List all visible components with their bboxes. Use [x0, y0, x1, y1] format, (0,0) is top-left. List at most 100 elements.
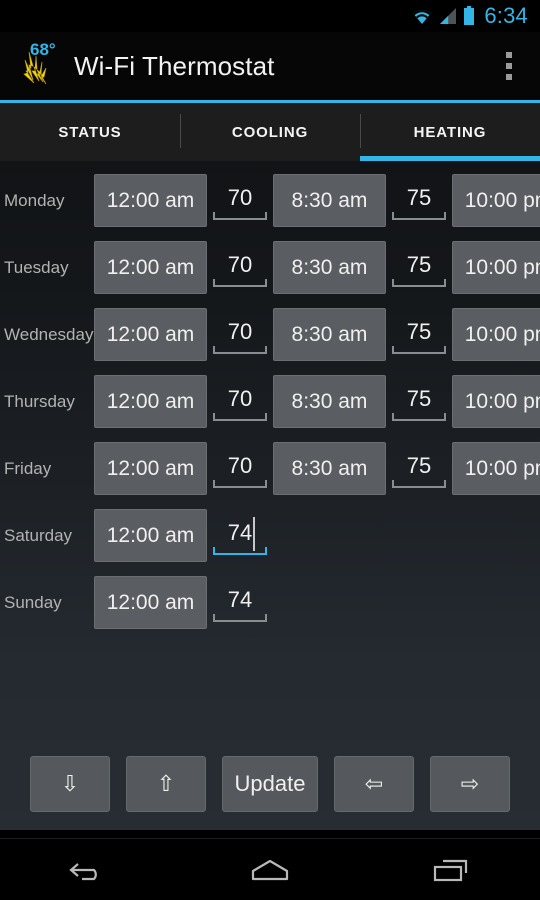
temperature-input[interactable]: 74 — [211, 576, 269, 629]
input-underline — [213, 614, 267, 622]
temperature-value: 70 — [227, 452, 253, 478]
time-button[interactable]: 8:30 am — [273, 308, 386, 361]
schedule-row: Sunday 12:00 am 74 — [0, 569, 540, 636]
input-underline — [213, 346, 267, 354]
temperature-input[interactable]: 70 — [211, 375, 269, 428]
input-underline — [392, 212, 446, 220]
schedule-panel[interactable]: Monday12:00 am708:30 am7510:00 pmTuesday… — [0, 161, 540, 830]
scroll-left-button[interactable]: ⇦ — [334, 756, 414, 812]
time-button[interactable]: 10:00 pm — [452, 375, 540, 428]
wifi-icon — [411, 7, 433, 25]
day-label: Friday — [4, 458, 52, 478]
scroll-down-button[interactable]: ⇩ — [30, 756, 110, 812]
time-button[interactable]: 12:00 am — [94, 576, 207, 629]
scroll-right-button[interactable]: ⇨ — [430, 756, 510, 812]
time-button[interactable]: 12:00 am — [94, 241, 207, 294]
schedule-row: Wednesday12:00 am 70 8:30 am 75 10:00 pm — [0, 301, 540, 368]
temperature-value: 74 — [227, 586, 253, 612]
temperature-input[interactable]: 74 — [211, 509, 269, 562]
schedule-rows: Monday12:00 am708:30 am7510:00 pmTuesday… — [0, 161, 540, 636]
action-button-bar: ⇩ ⇧ Update ⇦ ⇨ — [0, 756, 540, 812]
action-bar: 68° Wi-Fi Thermostat — [0, 32, 540, 100]
input-underline — [392, 413, 446, 421]
time-button[interactable]: 8:30 am — [273, 241, 386, 294]
page-title: Wi-Fi Thermostat — [74, 50, 275, 81]
tab-heating[interactable]: HEATING — [360, 103, 540, 161]
overflow-dot — [506, 52, 512, 58]
time-button[interactable]: 10:00 pm — [452, 241, 540, 294]
temperature-input[interactable]: 75 — [390, 375, 448, 428]
overflow-dot — [506, 74, 512, 80]
schedule-row: Friday 12:00 am 70 8:30 am 75 10:00 pm — [0, 435, 540, 502]
temperature-value: 75 — [406, 318, 432, 344]
temperature-input[interactable]: 70 — [211, 241, 269, 294]
battery-icon — [463, 6, 475, 26]
tab-status[interactable]: STATUS — [0, 103, 180, 161]
schedule-row: Thursday 12:00 am 70 8:30 am 75 10:00 pm — [0, 368, 540, 435]
temperature-value: 75 — [406, 385, 432, 411]
cellular-signal-icon — [439, 7, 457, 25]
temperature-value: 70 — [227, 385, 253, 411]
input-underline — [213, 279, 267, 287]
update-button[interactable]: Update — [222, 756, 318, 812]
temperature-value: 70 — [227, 318, 253, 344]
scroll-up-button[interactable]: ⇧ — [126, 756, 206, 812]
temperature-value: 75 — [406, 184, 432, 210]
tab-bar: STATUS COOLING HEATING — [0, 103, 540, 161]
day-label: Wednesday — [4, 324, 94, 344]
temperature-input[interactable]: 75 — [390, 308, 448, 361]
temperature-input[interactable]: 75 — [390, 442, 448, 495]
android-nav-bar — [0, 838, 540, 900]
time-button[interactable]: 8:30 am — [273, 442, 386, 495]
input-underline — [213, 413, 267, 421]
temperature-value: 75 — [406, 251, 432, 277]
input-underline — [213, 547, 267, 555]
overflow-dot — [506, 63, 512, 69]
time-button[interactable]: 8:30 am — [273, 375, 386, 428]
time-button[interactable]: 10:00 pm — [452, 308, 540, 361]
temperature-value: 74 — [227, 519, 253, 545]
overflow-menu-button[interactable] — [496, 44, 522, 88]
time-button[interactable]: 12:00 am — [94, 308, 207, 361]
android-screen: 6:34 68° Wi-Fi Thermostat STATUS COOLING… — [0, 0, 540, 900]
tab-label: STATUS — [58, 123, 122, 141]
temperature-input[interactable]: 75 — [390, 241, 448, 294]
time-button[interactable]: 12:00 am — [94, 442, 207, 495]
thermostat-lightning-icon: 68° — [16, 40, 64, 92]
tab-cooling[interactable]: COOLING — [180, 103, 360, 161]
temperature-input[interactable]: 75 — [390, 174, 448, 227]
time-button[interactable]: 12:00 am — [94, 375, 207, 428]
home-icon[interactable] — [210, 839, 330, 900]
status-clock: 6:34 — [484, 3, 528, 28]
input-underline — [392, 346, 446, 354]
time-button[interactable]: 12:00 am — [94, 509, 207, 562]
input-underline — [213, 480, 267, 488]
day-label: Tuesday — [4, 257, 69, 277]
input-underline — [213, 212, 267, 220]
tab-label: HEATING — [413, 123, 487, 141]
text-cursor — [253, 517, 256, 551]
temperature-value: 70 — [227, 251, 253, 277]
back-icon[interactable] — [30, 839, 150, 900]
tab-label: COOLING — [231, 123, 309, 141]
temperature-input[interactable]: 70 — [211, 442, 269, 495]
input-underline — [392, 279, 446, 287]
time-button[interactable]: 12:00 am — [94, 174, 207, 227]
temperature-value: 70 — [227, 184, 253, 210]
time-button[interactable]: 10:00 pm — [452, 442, 540, 495]
schedule-row: Tuesday 12:00 am 70 8:30 am 75 10:00 pm — [0, 234, 540, 301]
time-button[interactable]: 10:00 pm — [452, 174, 540, 227]
day-label: Saturday — [4, 525, 73, 545]
temperature-value: 75 — [406, 452, 432, 478]
schedule-row: Saturday 12:00 am 74 — [0, 502, 540, 569]
status-bar: 6:34 — [0, 0, 540, 32]
temperature-input[interactable]: 70 — [211, 174, 269, 227]
day-label: Thursday — [4, 391, 75, 411]
day-label: Monday — [4, 190, 65, 210]
time-button[interactable]: 8:30 am — [273, 174, 386, 227]
schedule-row: Monday 12:00 am 70 8:30 am 75 10:00 pm — [0, 167, 540, 234]
recents-icon[interactable] — [390, 839, 510, 900]
temperature-input[interactable]: 70 — [211, 308, 269, 361]
input-underline — [392, 480, 446, 488]
day-label: Sunday — [4, 592, 62, 612]
